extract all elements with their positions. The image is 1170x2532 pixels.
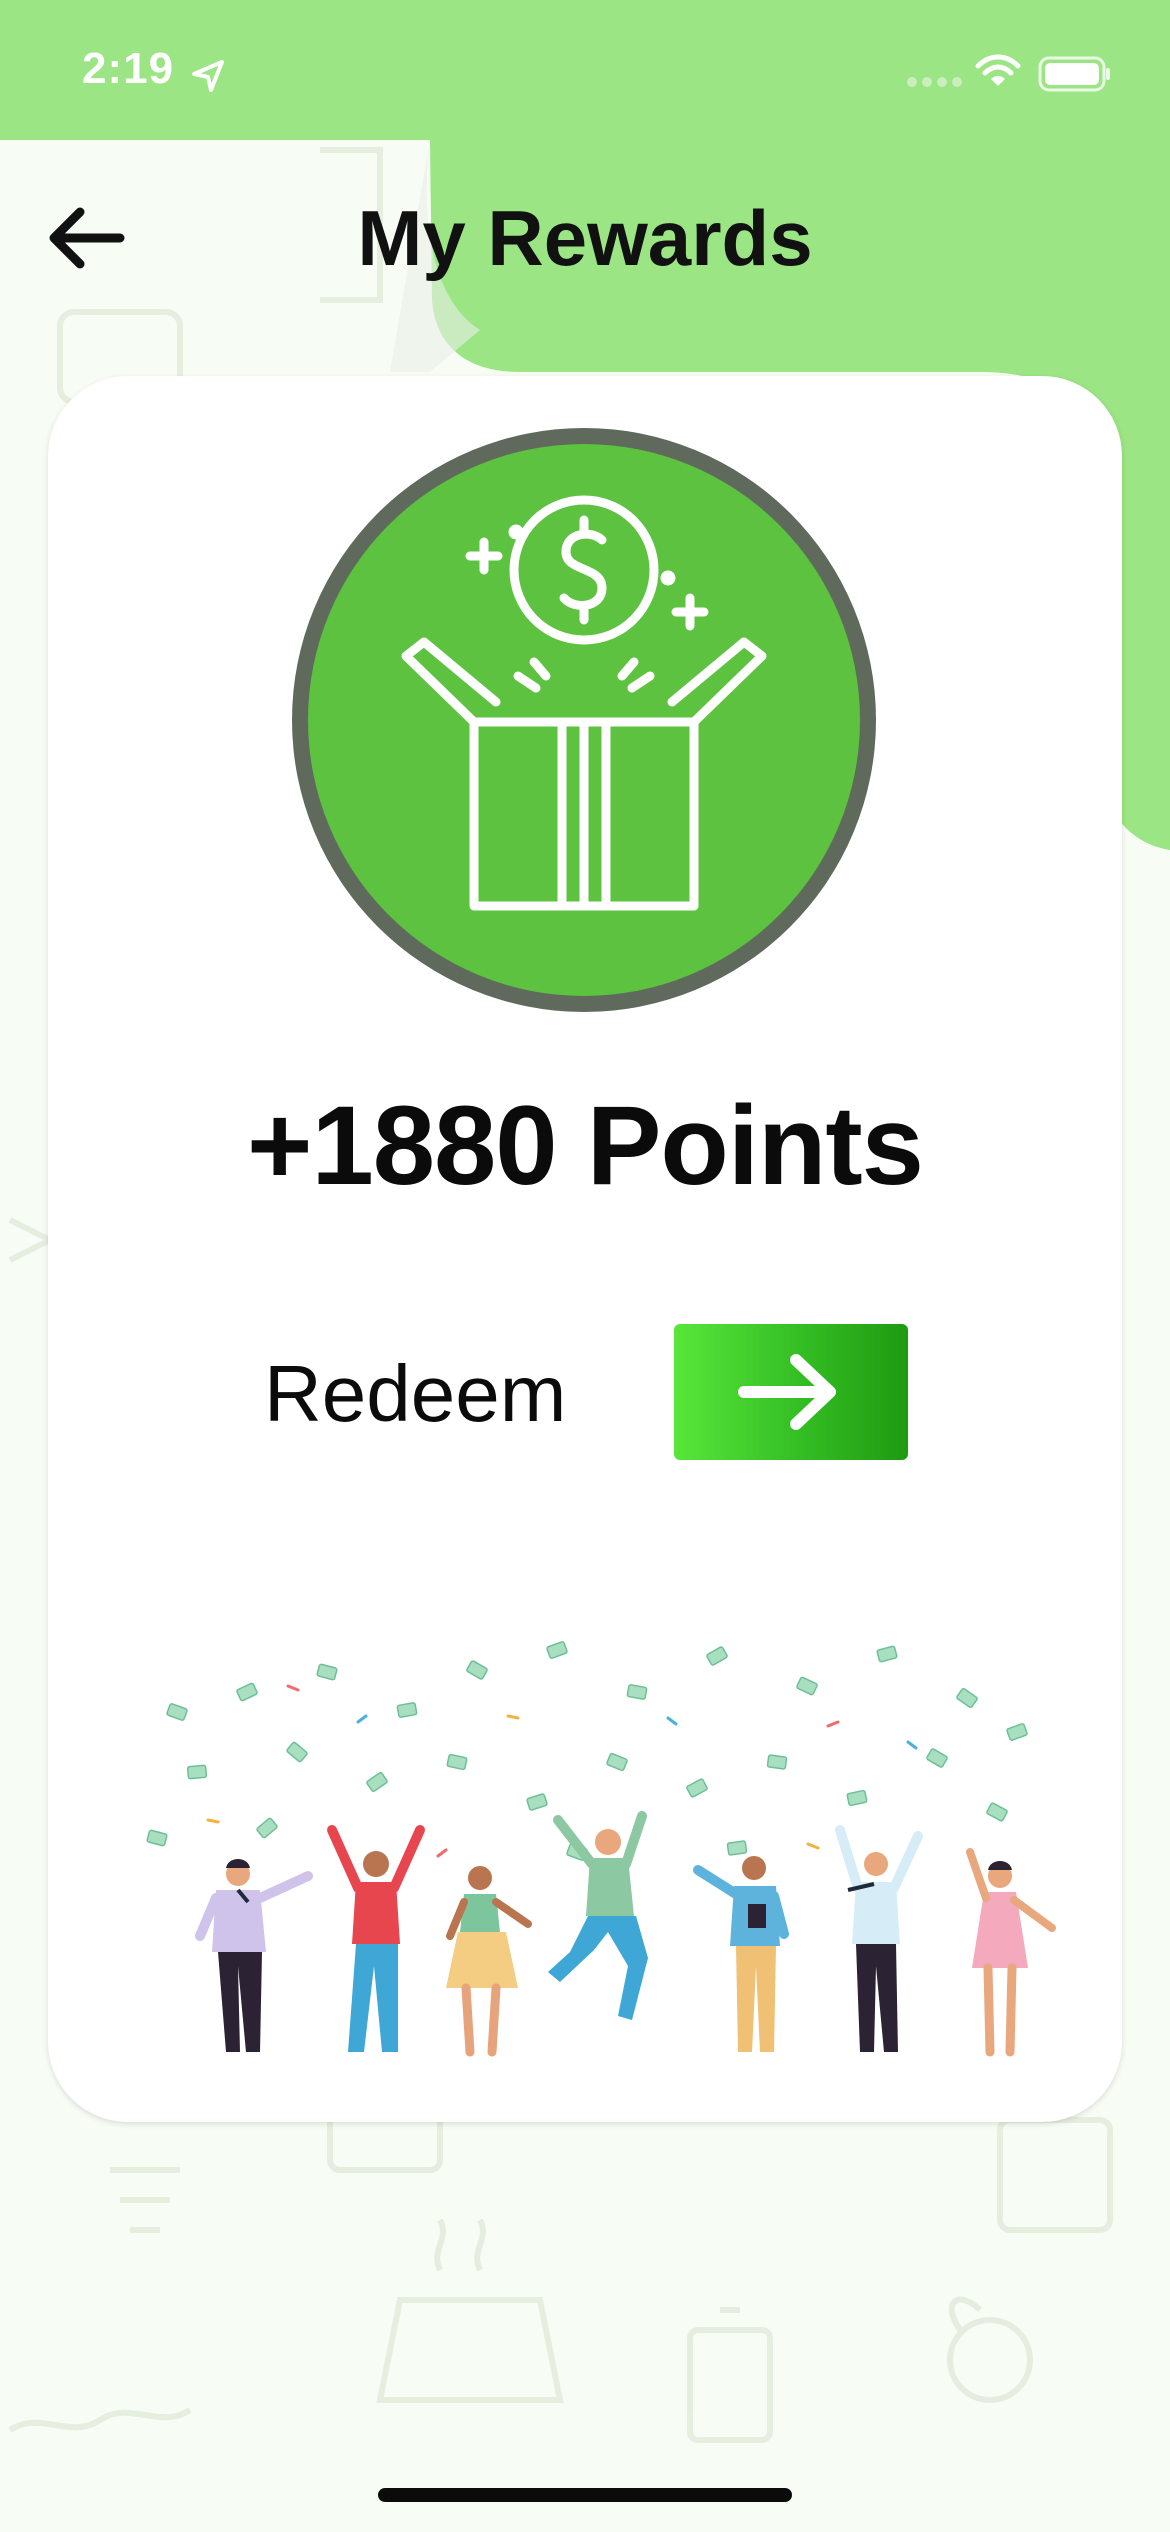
person-illustration [693,1856,789,2052]
status-bar: 2:19 [0,0,1170,140]
points-total: +1880 Points [247,1083,924,1208]
person-illustration [966,1848,1056,2057]
status-time: 2:19 [82,44,175,93]
person-illustration [548,1811,648,2020]
person-illustration [327,1825,425,2052]
header: My Rewards [0,170,1170,300]
person-illustration [835,1825,923,2052]
arrow-right-icon [738,1354,836,1430]
reward-badge [292,428,876,1012]
rewards-card: +1880 Points Redeem [48,376,1122,2122]
home-indicator[interactable] [378,2488,792,2502]
battery-icon [1038,56,1110,92]
redeem-row: Redeem [264,1324,914,1464]
page-title: My Rewards [357,194,813,282]
redeem-label: Redeem [264,1349,567,1438]
person-illustration [195,1859,313,2052]
person-illustration [446,1866,532,2057]
signal-icon [907,77,962,87]
wifi-icon [975,54,1021,86]
location-arrow-icon [192,60,224,92]
redeem-button[interactable] [674,1324,908,1460]
people-celebrating-illustration [146,1641,1056,2057]
